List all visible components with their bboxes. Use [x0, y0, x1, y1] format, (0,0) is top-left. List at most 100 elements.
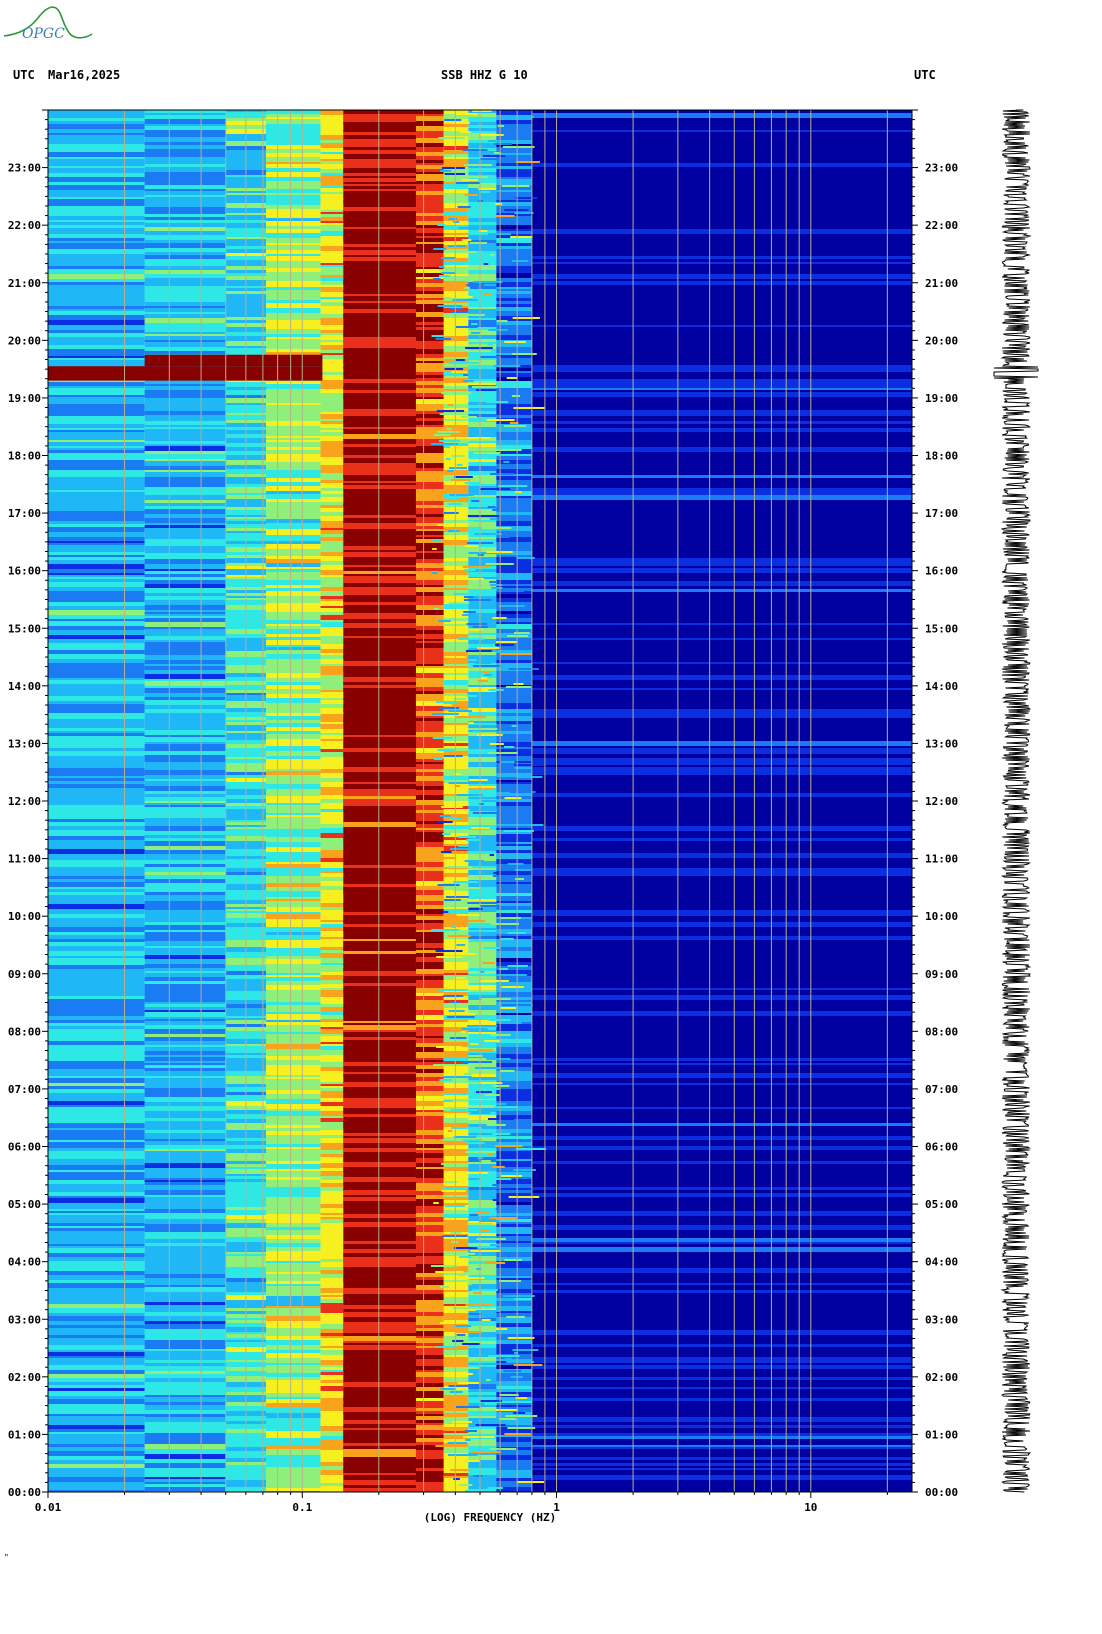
- band-stripe: [265, 1321, 321, 1326]
- band-stripe: [48, 430, 145, 432]
- band-stripe: [496, 1092, 532, 1097]
- band-stripe: [531, 666, 912, 670]
- band-stripe: [48, 1170, 145, 1172]
- band-stripe: [343, 1225, 416, 1227]
- band-stripe: [415, 932, 444, 935]
- band-stripe: [265, 948, 321, 952]
- band-stripe: [443, 1195, 469, 1197]
- band-stripe: [48, 708, 145, 713]
- band-stripe: [48, 282, 145, 285]
- band-stripe: [468, 1270, 497, 1275]
- band-stripe: [531, 473, 912, 475]
- band-stripe: [415, 448, 444, 453]
- band-stripe: [343, 504, 416, 506]
- band-stripe: [443, 199, 469, 203]
- y-tick-label-left: 01:00: [8, 1428, 41, 1441]
- band-stripe: [144, 801, 226, 803]
- band-stripe: [320, 1327, 344, 1329]
- texture-dash: [504, 746, 515, 748]
- band-stripe: [48, 1083, 145, 1086]
- band-stripe: [496, 266, 532, 271]
- band-stripe: [343, 983, 416, 986]
- texture-dash: [458, 638, 485, 640]
- texture-dash: [448, 1454, 478, 1456]
- band-stripe: [144, 295, 226, 300]
- band-stripe: [468, 427, 497, 432]
- band-stripe: [48, 626, 145, 630]
- frequency-band-6: [415, 110, 444, 1492]
- band-stripe: [265, 912, 321, 914]
- texture-dash: [450, 1469, 470, 1471]
- band-stripe: [468, 1389, 497, 1392]
- band-stripe: [496, 1013, 532, 1015]
- band-stripe: [320, 534, 344, 537]
- band-stripe: [144, 730, 226, 735]
- band-stripe: [496, 1389, 532, 1392]
- band-stripe: [531, 970, 912, 975]
- texture-dash: [477, 647, 500, 649]
- band-stripe: [443, 1058, 469, 1061]
- band-stripe: [531, 995, 912, 1000]
- band-stripe: [496, 1241, 532, 1243]
- band-stripe: [320, 318, 344, 322]
- band-stripe: [320, 778, 344, 782]
- band-stripe: [343, 1446, 416, 1449]
- texture-dash: [469, 809, 498, 811]
- texture-dash: [468, 788, 494, 790]
- band-stripe: [265, 1438, 321, 1441]
- band-stripe: [496, 660, 532, 663]
- band-stripe: [320, 877, 344, 881]
- band-stripe: [531, 853, 912, 856]
- band-stripe: [496, 850, 532, 853]
- band-stripe: [48, 594, 145, 597]
- band-stripe: [48, 197, 145, 199]
- band-stripe: [531, 1061, 912, 1063]
- band-stripe: [265, 932, 321, 935]
- band-stripe: [265, 862, 321, 864]
- band-stripe: [343, 1430, 416, 1433]
- band-stripe: [320, 465, 344, 469]
- band-stripe: [144, 1057, 226, 1059]
- band-stripe: [265, 287, 321, 290]
- band-stripe: [531, 1385, 912, 1387]
- band-stripe: [531, 1317, 912, 1321]
- band-stripe: [468, 705, 497, 708]
- texture-dash: [489, 581, 498, 583]
- band-stripe: [468, 976, 497, 979]
- band-stripe: [144, 1366, 226, 1371]
- band-stripe: [531, 274, 912, 279]
- band-stripe: [496, 1161, 532, 1164]
- band-stripe: [496, 491, 532, 496]
- band-stripe: [468, 1284, 497, 1287]
- band-stripe: [443, 1149, 469, 1151]
- band-stripe: [496, 1473, 532, 1478]
- band-stripe: [415, 832, 444, 834]
- band-stripe: [144, 932, 226, 934]
- band-stripe: [144, 906, 226, 910]
- texture-dash: [442, 911, 449, 913]
- band-stripe: [265, 128, 321, 131]
- band-stripe: [531, 141, 912, 143]
- band-stripe: [443, 680, 469, 685]
- band-stripe: [320, 547, 344, 552]
- band-stripe: [144, 569, 226, 571]
- texture-dash: [476, 1238, 507, 1240]
- band-stripe: [415, 547, 444, 551]
- band-stripe: [265, 250, 321, 254]
- band-stripe: [468, 466, 497, 471]
- band-stripe: [320, 231, 344, 236]
- band-stripe: [496, 440, 532, 445]
- texture-dash: [470, 332, 480, 334]
- band-stripe: [496, 476, 532, 480]
- band-stripe: [265, 1350, 321, 1353]
- band-stripe: [468, 1439, 497, 1441]
- band-stripe: [496, 913, 532, 917]
- band-stripe: [343, 1032, 416, 1035]
- band-stripe: [320, 1336, 344, 1338]
- band-stripe: [144, 809, 226, 813]
- band-stripe: [48, 816, 145, 819]
- band-stripe: [320, 591, 344, 596]
- band-stripe: [343, 1138, 416, 1143]
- band-stripe: [265, 1462, 321, 1467]
- band-stripe: [415, 1476, 444, 1479]
